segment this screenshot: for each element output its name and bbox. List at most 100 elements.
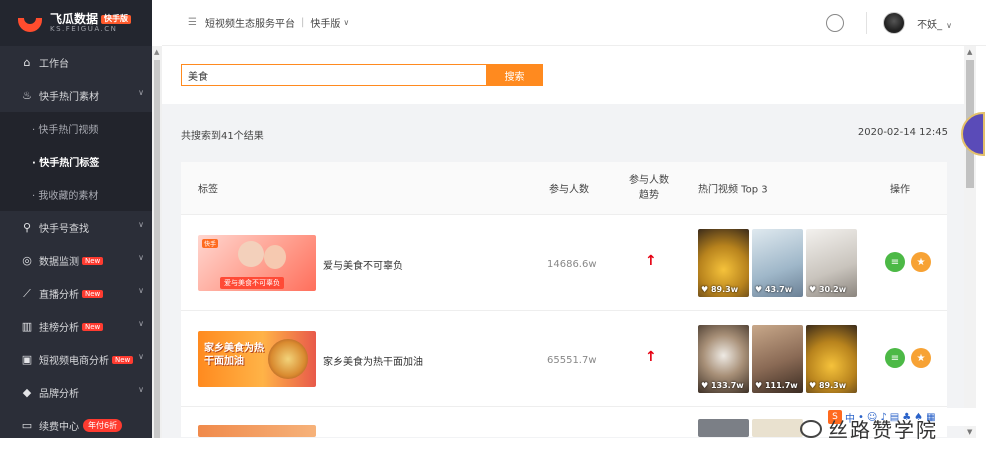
sidebar-item-label: 工作台: [39, 59, 69, 70]
table-header: 标签 参与人数 参与人数趋势 热门视频 Top 3 操作: [181, 162, 947, 215]
top-videos: [698, 419, 803, 437]
search-input[interactable]: [181, 64, 487, 86]
promo-pill: 年付6折: [83, 419, 123, 432]
person-illustration: [264, 245, 286, 269]
tag-cover-caption: 家乡美食为热干面加油: [204, 343, 264, 367]
column-header-tag: 标签: [198, 184, 218, 196]
video-likes: ♥ 89.3w: [701, 285, 739, 294]
favorite-button[interactable]: ★: [911, 348, 931, 368]
sidebar-item-label: 直播分析: [39, 290, 79, 301]
chevron-down-icon[interactable]: ∨: [343, 18, 349, 27]
trend-up-icon: ↑: [645, 349, 657, 365]
app: 飞瓜数据 快手版 KS.FEIGUA.CN ⌂ 工作台 ♨ 快手热门素材 ∨ · …: [0, 0, 986, 475]
sidebar-item-live-analysis[interactable]: ⟋ 直播分析 New ∨: [0, 277, 152, 310]
sidebar-scrollbar[interactable]: ▲: [152, 46, 162, 438]
star-icon: ★: [916, 352, 926, 364]
scroll-up-icon[interactable]: ▲: [967, 48, 972, 56]
tag-cover-image[interactable]: 快手 爱与美食不可辜负: [198, 235, 316, 291]
tag-name[interactable]: 爱与美食不可辜负: [323, 257, 403, 272]
diamond-icon: ◆: [22, 386, 32, 399]
shop-icon: ▣: [21, 353, 33, 366]
wechat-watermark: 丝路赞学院: [800, 414, 938, 443]
fire-icon: ♨: [22, 89, 32, 102]
scrollbar-thumb[interactable]: [154, 60, 160, 438]
chevron-down-icon: ∨: [138, 319, 144, 328]
user-menu[interactable]: 不妖_ ∨: [917, 16, 952, 31]
page-scrollbar[interactable]: ▲ ▼: [964, 46, 976, 438]
video-thumbnail[interactable]: ♥ 89.3w: [698, 229, 749, 297]
video-thumbnail[interactable]: [752, 419, 803, 437]
column-header-ops: 操作: [890, 184, 910, 196]
table-row: 家乡美食为热干面加油 家乡美食为热干面加油 65551.7w ↑ ♥ 133.7…: [181, 311, 947, 407]
video-likes: ♥ 133.7w: [701, 381, 744, 390]
sidebar-item-label: 快手号查找: [39, 224, 89, 235]
sidebar-item-account-search[interactable]: ⚲ 快手号查找 ∨: [0, 211, 152, 244]
list-icon: ≡: [890, 256, 900, 268]
tag-cover-image[interactable]: 家乡美食为热干面加油: [198, 331, 316, 387]
search-button[interactable]: 搜索: [486, 64, 543, 86]
logo[interactable]: 飞瓜数据 快手版 KS.FEIGUA.CN: [0, 0, 152, 46]
scroll-down-icon[interactable]: ▼: [967, 428, 972, 436]
video-thumbnail[interactable]: [698, 419, 749, 437]
menu-toggle-icon[interactable]: ☰: [188, 17, 197, 28]
brand-badge: 快手版: [101, 14, 132, 24]
result-date: 2020-02-14 12:45: [857, 127, 948, 138]
video-thumbnail[interactable]: ♥ 111.7w: [752, 325, 803, 393]
tag-name[interactable]: 家乡美食为热干面加油: [323, 353, 423, 368]
headset-icon[interactable]: [826, 14, 845, 32]
sidebar-item-ecommerce-analysis[interactable]: ▣ 短视频电商分析 New ∨: [0, 343, 152, 376]
new-badge: New: [82, 289, 104, 298]
sidebar-item-label: 短视频电商分析: [39, 356, 109, 367]
bottom-strip: [0, 438, 986, 475]
main-content: 搜索 共搜索到41个结果 2020-02-14 12:45 标签 参与人数 参与…: [162, 46, 964, 438]
sidebar-item-ranking-analysis[interactable]: ▥ 挂榜分析 New ∨: [0, 310, 152, 343]
sidebar-item-label: 品牌分析: [39, 389, 79, 400]
avatar[interactable]: [883, 12, 906, 34]
video-thumbnail[interactable]: ♥ 133.7w: [698, 325, 749, 393]
column-header-top-videos: 热门视频 Top 3: [698, 184, 768, 196]
sidebar-subitem-hot-videos[interactable]: · 快手热门视频: [0, 112, 152, 145]
chevron-down-icon: ∨: [138, 286, 144, 295]
sidebar-item-label: 续费中心: [39, 422, 79, 433]
version-switch[interactable]: 快手版: [310, 15, 340, 30]
sidebar-item-hot-materials[interactable]: ♨ 快手热门素材 ∨: [0, 79, 152, 112]
chevron-down-icon: ∨: [138, 88, 144, 97]
participant-count: 14686.6w: [547, 259, 597, 270]
top-videos: ♥ 133.7w ♥ 111.7w ♥ 89.3w: [698, 325, 857, 393]
scroll-up-icon[interactable]: ▲: [154, 48, 159, 56]
home-icon: ⌂: [23, 56, 31, 69]
bar-icon: ▥: [21, 320, 33, 333]
kuaishou-mini-logo: 快手: [202, 239, 219, 248]
new-badge: New: [112, 355, 134, 364]
favorite-button[interactable]: ★: [911, 252, 931, 272]
sidebar: 飞瓜数据 快手版 KS.FEIGUA.CN ⌂ 工作台 ♨ 快手热门素材 ∨ · …: [0, 0, 152, 438]
sidebar-subitem-hot-tags[interactable]: · 快手热门标签: [0, 145, 152, 178]
card-icon: ▭: [21, 419, 33, 432]
row-actions: ≡ ★: [885, 348, 931, 368]
sidebar-item-workbench[interactable]: ⌂ 工作台: [0, 46, 152, 79]
video-thumbnail[interactable]: ♥ 89.3w: [806, 325, 857, 393]
top-header: ☰ 短视频生态服务平台 | 快手版 ∨ 不妖_ ∨: [162, 0, 986, 46]
result-count: 共搜索到41个结果: [181, 131, 264, 142]
detail-button[interactable]: ≡: [885, 348, 905, 368]
new-badge: New: [82, 322, 104, 331]
food-bowl-illustration: [268, 339, 308, 379]
video-likes: ♥ 30.2w: [809, 285, 847, 294]
new-badge: New: [82, 256, 104, 265]
video-thumbnail[interactable]: ♥ 43.7w: [752, 229, 803, 297]
tag-cover-image[interactable]: [198, 425, 316, 437]
breadcrumb: ☰ 短视频生态服务平台 | 快手版 ∨: [188, 15, 349, 30]
detail-button[interactable]: ≡: [885, 252, 905, 272]
search-card: 搜索: [162, 46, 964, 104]
video-likes: ♥ 111.7w: [755, 381, 798, 390]
chevron-down-icon: ∨: [946, 20, 952, 30]
tags-table: 标签 参与人数 参与人数趋势 热门视频 Top 3 操作 快手 爱与美食不可辜负…: [181, 162, 947, 437]
video-thumbnail[interactable]: ♥ 30.2w: [806, 229, 857, 297]
sidebar-item-data-monitor[interactable]: ◎ 数据监测 New ∨: [0, 244, 152, 277]
column-header-participants: 参与人数: [549, 184, 589, 196]
platform-name: 短视频生态服务平台: [204, 19, 295, 30]
wechat-icon: [800, 419, 822, 438]
sidebar-item-brand-analysis[interactable]: ◆ 品牌分析 ∨: [0, 376, 152, 409]
submenu-hot-materials: · 快手热门视频 · 快手热门标签 · 我收藏的素材: [0, 112, 152, 211]
sidebar-subitem-favorites[interactable]: · 我收藏的素材: [0, 178, 152, 211]
